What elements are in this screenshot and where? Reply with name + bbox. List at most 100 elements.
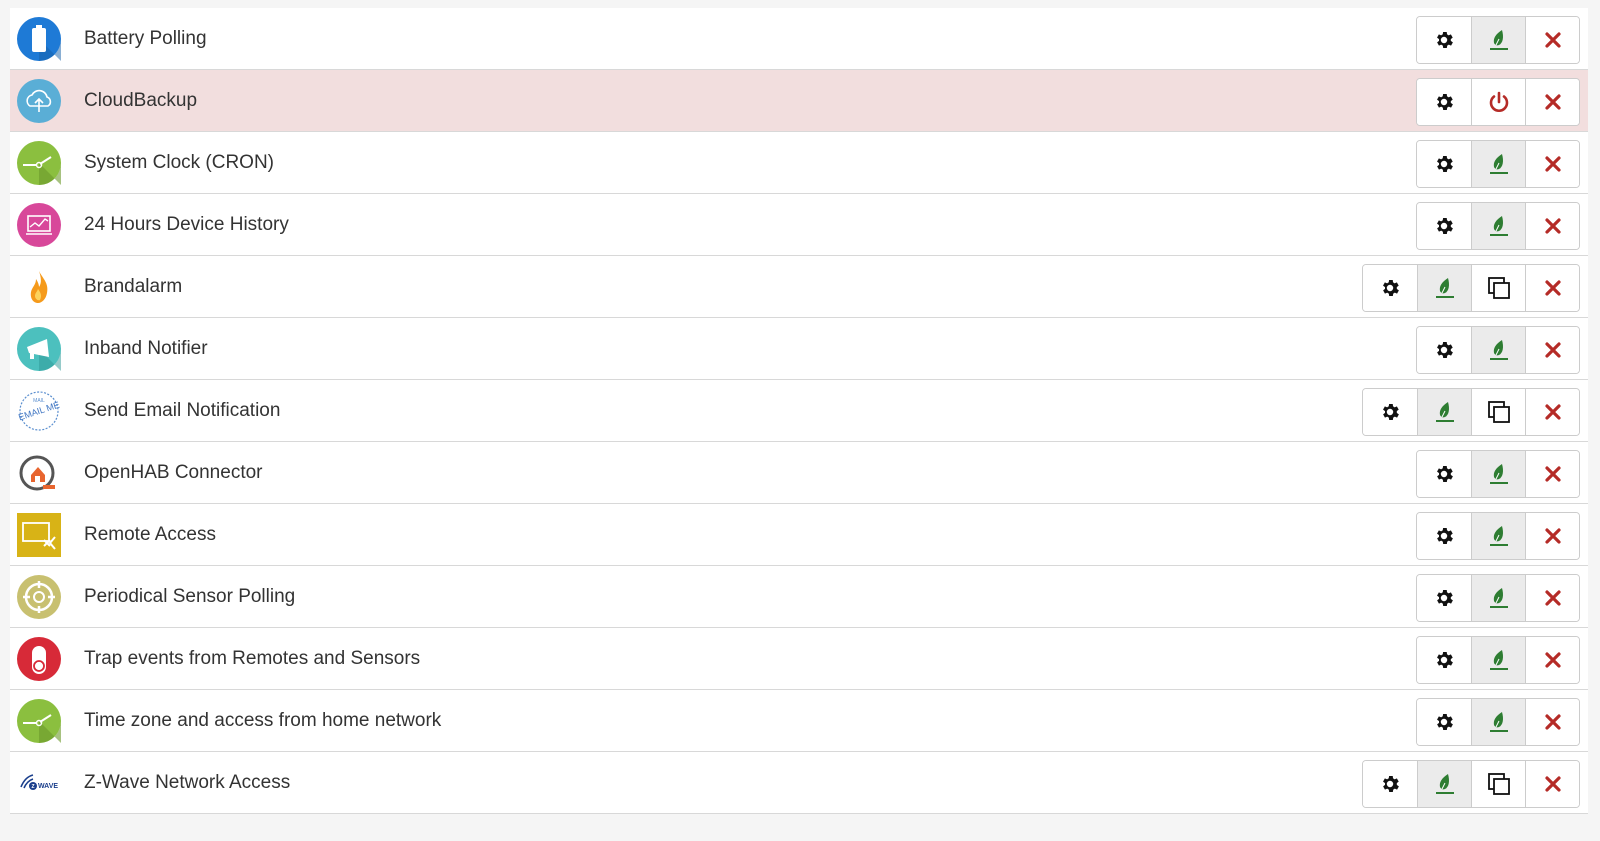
settings-button[interactable] (1417, 699, 1471, 745)
app-actions (1416, 78, 1580, 126)
activate-icon (1489, 30, 1508, 50)
app-row: Inband Notifier (10, 318, 1588, 380)
battery-icon (17, 17, 61, 61)
app-actions (1416, 140, 1580, 188)
svg-text:MAIL: MAIL (33, 398, 45, 404)
settings-icon (1437, 466, 1453, 482)
flame-icon (17, 265, 61, 309)
app-title[interactable]: Battery Polling (84, 8, 207, 70)
delete-icon (1544, 342, 1561, 358)
settings-button[interactable] (1417, 637, 1471, 683)
settings-button[interactable] (1417, 327, 1471, 373)
delete-button[interactable] (1525, 513, 1579, 559)
settings-button[interactable] (1417, 17, 1471, 63)
settings-button[interactable] (1363, 761, 1417, 807)
app-title[interactable]: OpenHAB Connector (84, 442, 263, 504)
activate-icon (1435, 774, 1454, 794)
settings-button[interactable] (1363, 265, 1417, 311)
activate-icon (1435, 278, 1454, 298)
activate-icon (1489, 154, 1508, 174)
activate-button[interactable] (1471, 513, 1525, 559)
app-title[interactable]: Send Email Notification (84, 380, 280, 442)
app-title[interactable]: Brandalarm (84, 256, 182, 318)
delete-icon (1544, 32, 1561, 48)
app-title[interactable]: Z-Wave Network Access (84, 752, 290, 814)
duplicate-button[interactable] (1471, 265, 1525, 311)
app-actions (1416, 450, 1580, 498)
power-off-icon (1489, 91, 1508, 112)
activate-icon (1489, 464, 1508, 484)
settings-button[interactable] (1417, 79, 1471, 125)
app-actions (1416, 16, 1580, 64)
delete-button[interactable] (1525, 141, 1579, 187)
app-actions (1416, 202, 1580, 250)
duplicate-button[interactable] (1471, 761, 1525, 807)
app-actions (1416, 326, 1580, 374)
activate-button[interactable] (1471, 17, 1525, 63)
app-title[interactable]: CloudBackup (84, 70, 197, 132)
settings-icon (1437, 32, 1453, 48)
settings-icon (1437, 714, 1453, 730)
activate-button[interactable] (1417, 761, 1471, 807)
settings-button[interactable] (1417, 203, 1471, 249)
settings-button[interactable] (1417, 575, 1471, 621)
settings-button[interactable] (1417, 141, 1471, 187)
power-off-button[interactable] (1471, 79, 1525, 125)
delete-button[interactable] (1525, 79, 1579, 125)
activate-button[interactable] (1417, 265, 1471, 311)
activate-button[interactable] (1417, 389, 1471, 435)
delete-icon (1544, 156, 1561, 172)
app-title[interactable]: 24 Hours Device History (84, 194, 289, 256)
delete-icon (1544, 714, 1561, 730)
activate-button[interactable] (1471, 203, 1525, 249)
app-title[interactable]: Trap events from Remotes and Sensors (84, 628, 420, 690)
apps-list: Battery Polling CloudBackup System Clock (… (10, 8, 1588, 814)
activate-button[interactable] (1471, 699, 1525, 745)
delete-button[interactable] (1525, 637, 1579, 683)
app-actions (1416, 698, 1580, 746)
app-title[interactable]: Remote Access (84, 504, 216, 566)
delete-button[interactable] (1525, 699, 1579, 745)
clock-icon (17, 141, 61, 185)
activate-button[interactable] (1471, 575, 1525, 621)
delete-button[interactable] (1525, 265, 1579, 311)
delete-button[interactable] (1525, 17, 1579, 63)
app-row: OpenHAB Connector (10, 442, 1588, 504)
duplicate-button[interactable] (1471, 389, 1525, 435)
app-title[interactable]: Inband Notifier (84, 318, 208, 380)
settings-button[interactable] (1417, 451, 1471, 497)
app-row: EMAIL ME MAIL Send Email Notification (10, 380, 1588, 442)
settings-icon (1437, 156, 1453, 172)
trap-switch-icon (17, 637, 61, 681)
activate-icon (1489, 650, 1508, 670)
delete-icon (1544, 218, 1561, 234)
delete-button[interactable] (1525, 327, 1579, 373)
delete-icon (1544, 652, 1561, 668)
app-title[interactable]: Time zone and access from home network (84, 690, 441, 752)
app-title[interactable]: System Clock (CRON) (84, 132, 274, 194)
activate-button[interactable] (1471, 637, 1525, 683)
delete-button[interactable] (1525, 575, 1579, 621)
activate-button[interactable] (1471, 451, 1525, 497)
target-icon (17, 575, 61, 619)
app-title[interactable]: Periodical Sensor Polling (84, 566, 295, 628)
app-actions (1416, 512, 1580, 560)
settings-button[interactable] (1363, 389, 1417, 435)
app-row: System Clock (CRON) (10, 132, 1588, 194)
settings-icon (1383, 776, 1399, 792)
settings-icon (1383, 280, 1399, 296)
app-actions (1416, 636, 1580, 684)
delete-button[interactable] (1525, 203, 1579, 249)
zwave-logo-icon: Z WAVE (17, 761, 61, 805)
settings-icon (1437, 528, 1453, 544)
activate-icon (1489, 588, 1508, 608)
activate-button[interactable] (1471, 141, 1525, 187)
activate-button[interactable] (1471, 327, 1525, 373)
openhab-icon (17, 451, 61, 495)
delete-button[interactable] (1525, 761, 1579, 807)
app-actions (1362, 388, 1580, 436)
delete-button[interactable] (1525, 389, 1579, 435)
app-actions (1362, 760, 1580, 808)
settings-button[interactable] (1417, 513, 1471, 559)
delete-button[interactable] (1525, 451, 1579, 497)
